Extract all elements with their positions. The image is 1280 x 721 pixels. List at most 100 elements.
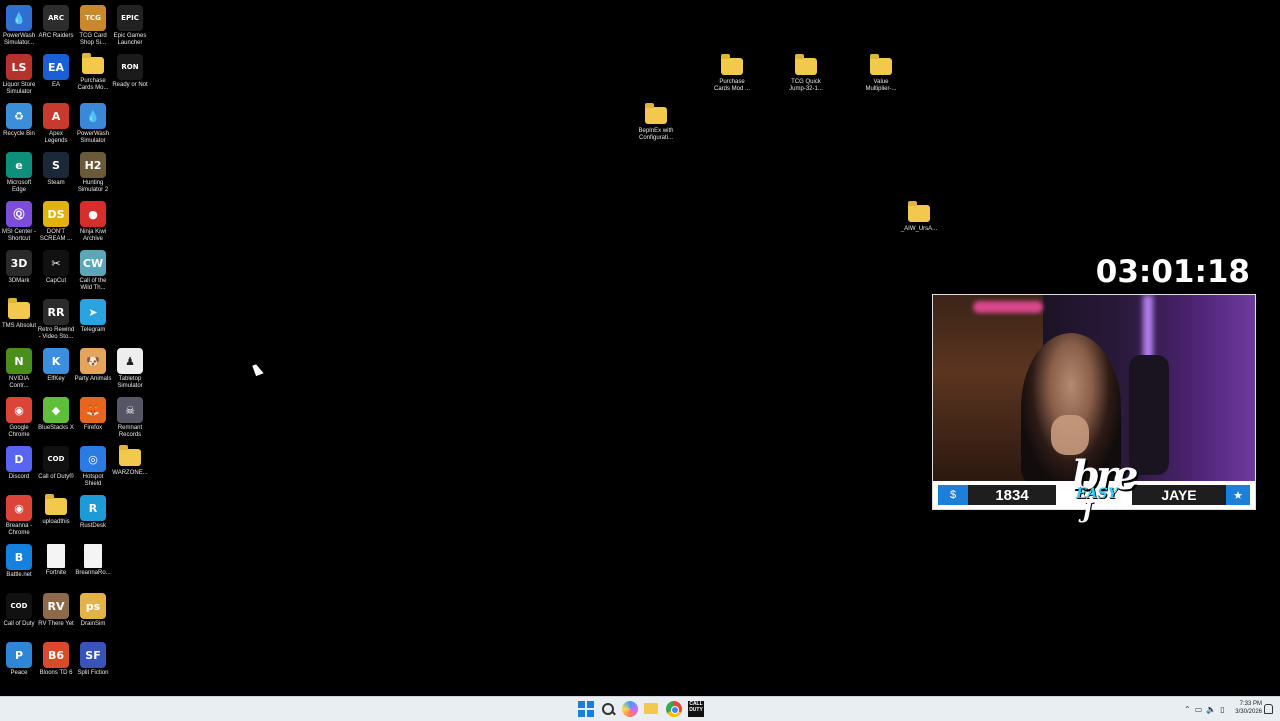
desktop-folder-purchase-cards-mod[interactable]: Purchase Cards Mod ... [712, 54, 752, 93]
desktop-icon-uploadthis[interactable]: uploadthis [37, 494, 75, 526]
powerwash-simulator-icon: 💧 [80, 103, 106, 129]
desktop-folder-bepinex[interactable]: BepInEx with Configurati... [636, 103, 676, 142]
peace-icon: P [6, 642, 32, 668]
desktop-icon-tabletop-simulator[interactable]: ♟ Tabletop Simulator [111, 348, 149, 390]
desktop-icon-discord[interactable]: D Discord [0, 446, 38, 481]
desktop-icon-don-t-scream[interactable]: DS DON'T SCREAM ... [37, 201, 75, 243]
network-icon[interactable]: ▭ [1195, 705, 1203, 714]
volume-icon[interactable]: 🔈 [1206, 705, 1216, 714]
desktop-icon-drainsim[interactable]: ps DrainSim [74, 593, 112, 628]
desktop-icon-elfkey[interactable]: K ElfKey [37, 348, 75, 383]
recycle-bin-icon: ♻ [6, 103, 32, 129]
desktop-icon-label: Google Chrome [8, 425, 30, 438]
desktop-icon-bloons-td-6[interactable]: B6 Bloons TD 6 [37, 642, 75, 677]
desktop-icon-retro-rewind-video-sto[interactable]: RR Retro Rewind - Video Sto... [37, 299, 75, 341]
search-icon[interactable] [600, 701, 616, 717]
firefox-icon: 🦊 [80, 397, 106, 423]
windows-start-icon[interactable] [578, 701, 594, 717]
taskbar: CALL DUTY ⌃ ▭ 🔈 ▯ 7:33 PM 3/30/2026 [0, 696, 1280, 721]
desktop-icon-epic-games-launcher[interactable]: EPIC Epic Games Launcher [111, 5, 149, 47]
desktop-icon-split-fiction[interactable]: SF Split Fiction [74, 642, 112, 677]
desktop-icon-ea[interactable]: EA EA [37, 54, 75, 89]
clock-date: 3/30/2026 [1235, 709, 1262, 715]
desktop-folder-value-multiplier[interactable]: Value Multiplier-... [861, 54, 901, 93]
desktop-icon-liquor-store-simulator[interactable]: LS Liquor Store Simulator [0, 54, 38, 96]
desktop-folder-tcg-quick-jump[interactable]: TCG Quick Jump-32-1... [786, 54, 826, 93]
desktop-icon-recycle-bin[interactable]: ♻ Recycle Bin [0, 103, 38, 138]
desktop-icon-label: Call of Duty [3, 621, 35, 627]
desktop-icon-tcg-card-shop-si[interactable]: TCG TCG Card Shop Si... [74, 5, 112, 47]
desktop-icon-peace[interactable]: P Peace [0, 642, 38, 677]
desktop-icon-warzone[interactable]: WARZONE... [111, 445, 149, 477]
folder-icon [795, 54, 817, 75]
desktop-icon-hotspot-shield[interactable]: ◎ Hotspot Shield [74, 446, 112, 488]
desktop-icon-capcut[interactable]: ✂ CapCut [37, 250, 75, 285]
desktop-icon-party-animals[interactable]: 🐶 Party Animals [74, 348, 112, 383]
folder-icon [82, 53, 104, 74]
desktop-icon-purchase-cards-mo[interactable]: Purchase Cards Mo... [74, 53, 112, 92]
desktop-icon-label: uploadthis [42, 519, 70, 525]
call-of-duty-taskbar-icon[interactable]: CALL DUTY [688, 701, 704, 717]
desktop-icon-ready-or-not[interactable]: RON Ready or Not [111, 54, 149, 89]
desktop-icon-label: PowerWash Simulator... [2, 33, 36, 46]
desktop-icon-tms-absolut[interactable]: TMS Absolut [0, 298, 38, 330]
desktop-icon-label: Ready or Not [112, 82, 148, 88]
desktop-icon-3dmark[interactable]: 3D 3DMark [0, 250, 38, 285]
desktop-icon-breanna-chrome[interactable]: ◉ Breanna - Chrome [0, 495, 38, 537]
desktop-icon-msi-center-shortcut[interactable]: Ⓠ MSI Center - Shortcut [0, 201, 38, 243]
desktop-icon-apex-legends[interactable]: A Apex Legends [37, 103, 75, 145]
desktop-icon-powerwash-simulator[interactable]: 💧 PowerWash Simulator [74, 103, 112, 145]
capcut-icon: ✂ [43, 250, 69, 276]
copilot-icon[interactable] [622, 701, 638, 717]
desktop-icon-fortnite[interactable]: Fortnite [37, 544, 75, 577]
webcam-counter-value: 1834 [995, 486, 1029, 504]
webcam-neon-sign [973, 301, 1043, 313]
desktop-icon-label: 3DMark [8, 278, 30, 284]
tcg-card-shop-si-icon: TCG [80, 5, 106, 31]
desktop-icon-rv-there-yet[interactable]: RV RV There Yet [37, 593, 75, 628]
file-explorer-icon[interactable] [644, 703, 658, 714]
hunting-simulator-2-icon: H2 [80, 152, 106, 178]
desktop-icon-telegram[interactable]: ➤ Telegram [74, 299, 112, 334]
notification-bell-icon[interactable] [1264, 704, 1273, 714]
desktop-icon-arc-raiders[interactable]: ARC ARC Raiders [37, 5, 75, 40]
desktop-icon-label: Steam [47, 180, 65, 186]
clock-time: 7:33 PM [1239, 701, 1262, 707]
rustdesk-icon: R [80, 495, 106, 521]
powerwash-simulator-icon: 💧 [6, 5, 32, 31]
webcam-streamer-name: JAYE [1161, 487, 1197, 503]
desktop-icon-hunting-simulator-2[interactable]: H2 Hunting Simulator 2 [74, 152, 112, 194]
desktop-icon-battle-net[interactable]: B Battle.net [0, 544, 38, 579]
desktop-icon-bluestacks-x[interactable]: ◆ BlueStacks X [37, 397, 75, 432]
desktop-folder-aiw[interactable]: _AIW_UrsA... [899, 201, 939, 233]
desktop-icon-label: Apex Legends [44, 131, 68, 144]
desktop-icon-powerwash-simulator[interactable]: 💧 PowerWash Simulator... [0, 5, 38, 47]
desktop-icon-microsoft-edge[interactable]: e Microsoft Edge [0, 152, 38, 194]
apex-legends-icon: A [43, 103, 69, 129]
taskbar-clock[interactable]: 7:33 PM 3/30/2026 [1226, 700, 1262, 716]
desktop-icon-rustdesk[interactable]: R RustDesk [74, 495, 112, 530]
desktop-icon-call-of-duty[interactable]: COD Call of Duty [0, 593, 38, 628]
ninja-kiwi-archive-icon: ● [80, 201, 106, 227]
system-tray[interactable]: ⌃ ▭ 🔈 ▯ [1184, 702, 1225, 716]
desktop-icon-google-chrome[interactable]: ◉ Google Chrome [0, 397, 38, 439]
desktop-icon-label: Call of Duty® [38, 474, 74, 480]
webcam-counter-box: $ 1834 [938, 485, 1056, 505]
ea-icon: EA [43, 54, 69, 80]
desktop-icon-call-of-duty[interactable]: COD Call of Duty® [37, 446, 75, 481]
desktop-icon-remnant-records[interactable]: ☠ Remnant Records [111, 397, 149, 439]
desktop-icon-label: WARZONE... [112, 470, 148, 476]
battery-icon[interactable]: ▯ [1220, 705, 1224, 714]
chrome-taskbar-icon[interactable] [666, 701, 682, 717]
desktop-icon-steam[interactable]: S Steam [37, 152, 75, 187]
desktop-icon-ninja-kiwi-archive[interactable]: ● Ninja Kiwi Archive [74, 201, 112, 243]
mouse-cursor [252, 362, 264, 377]
desktop-icon-label: NVIDIA Contr... [8, 376, 29, 389]
chevron-up-icon[interactable]: ⌃ [1184, 705, 1191, 714]
desktop-icon-label: CapCut [45, 278, 67, 284]
desktop-icon-firefox[interactable]: 🦊 Firefox [74, 397, 112, 432]
desktop-icon-label: Recycle Bin [3, 131, 35, 137]
desktop-icon-breannaro[interactable]: BreannaRo... [74, 544, 112, 577]
desktop-icon-nvidia-contr[interactable]: N NVIDIA Contr... [0, 348, 38, 390]
desktop-icon-call-of-the-wild-th[interactable]: CW Call of the Wild Th... [74, 250, 112, 292]
